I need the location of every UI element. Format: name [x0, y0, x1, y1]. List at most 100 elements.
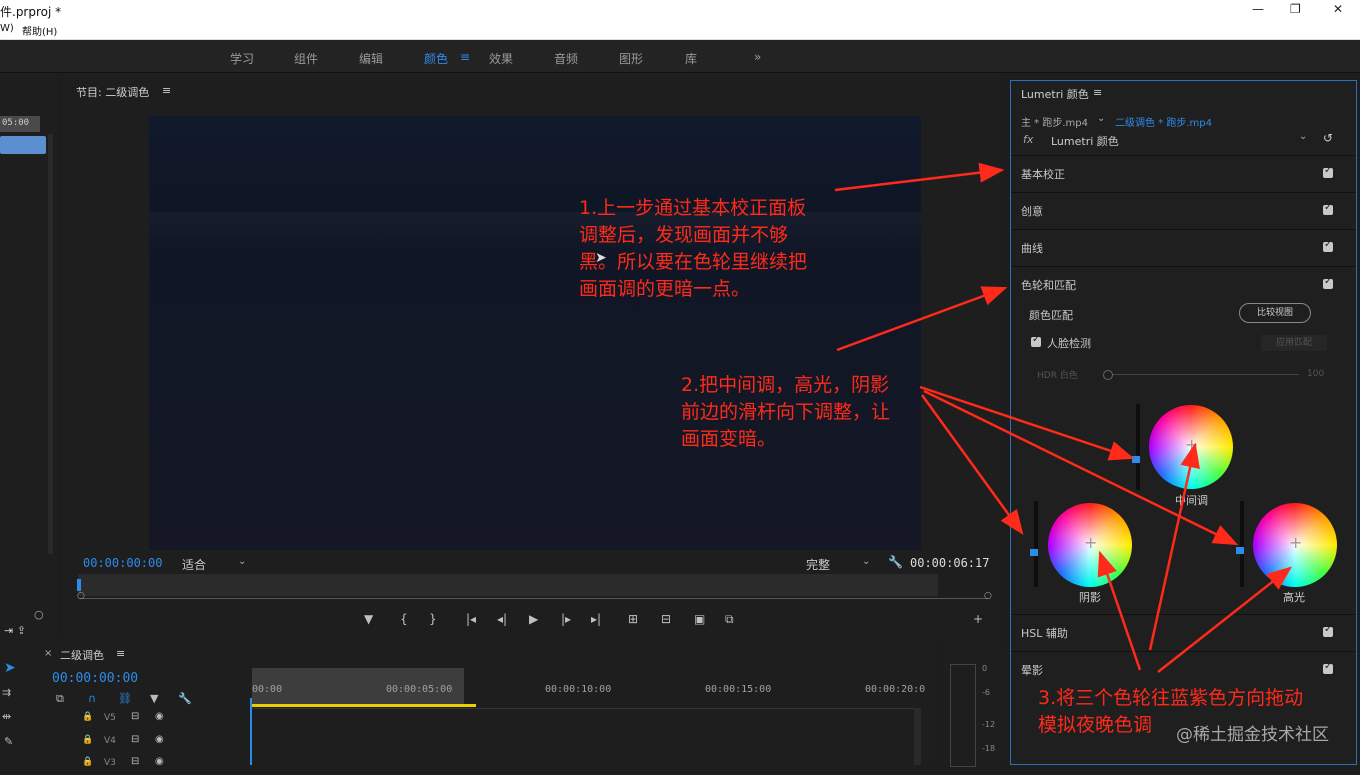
chevron-down-icon[interactable]: ⌄ — [1299, 131, 1307, 142]
step-back-icon[interactable]: ◂| — [497, 612, 507, 626]
section-curves[interactable]: 曲线 — [1011, 229, 1356, 266]
eye-icon[interactable]: ◉ — [155, 756, 164, 767]
more-workspaces-icon[interactable]: » — [754, 50, 761, 64]
extract-icon[interactable]: ⊟ — [661, 612, 671, 626]
program-timecode-in[interactable]: 00:00:00:00 — [83, 556, 162, 570]
highlights-slider[interactable] — [1236, 501, 1244, 587]
effect-dropdown[interactable]: Lumetri 颜色 — [1051, 133, 1119, 149]
track-label: V4 — [104, 736, 116, 746]
button-editor-icon[interactable]: + — [973, 612, 983, 626]
export-frame-icon[interactable]: ⇥ ⇪ — [4, 624, 26, 637]
timeline-scrollbar[interactable] — [914, 708, 921, 765]
workspace-tab-audio[interactable]: 音频 — [554, 50, 578, 67]
section-vignette[interactable]: 晕影 — [1011, 651, 1356, 688]
hdr-white-slider[interactable] — [1107, 374, 1299, 375]
midtones-color-wheel[interactable]: + — [1149, 405, 1233, 489]
sync-lock-icon[interactable]: ⊟ — [131, 756, 139, 767]
reset-icon[interactable]: ↺ — [1323, 131, 1333, 145]
snap-icon[interactable]: ∩ — [88, 692, 96, 705]
add-marker-icon[interactable]: ▼ — [364, 612, 373, 626]
lock-icon[interactable]: 🔒 — [82, 712, 93, 722]
highlights-color-wheel[interactable]: + — [1253, 503, 1337, 587]
eye-icon[interactable]: ◉ — [155, 711, 164, 722]
sync-lock-icon[interactable]: ⊟ — [131, 734, 139, 745]
ruler-label: 00:00:10:00 — [545, 684, 612, 695]
go-to-in-icon[interactable]: |◂ — [466, 612, 476, 626]
chevron-down-icon[interactable]: ⌄ — [862, 556, 870, 567]
quality-dropdown[interactable]: 完整 — [806, 556, 830, 573]
workspace-tab-learn[interactable]: 学习 — [230, 50, 254, 67]
zoom-handle-icon[interactable]: ○ — [34, 608, 44, 621]
menu-item-window[interactable]: W) — [0, 23, 14, 34]
section-checkbox[interactable] — [1323, 276, 1333, 289]
play-icon[interactable]: ▶ — [529, 612, 538, 626]
zoom-bar[interactable] — [80, 598, 988, 599]
timeline-menu-icon[interactable]: ≡ — [116, 647, 125, 660]
minimize-icon[interactable]: — — [1252, 2, 1264, 16]
workspace-tab-color[interactable]: 颜色 — [424, 50, 448, 67]
linked-selection-icon[interactable]: ⛓ — [118, 692, 132, 705]
sequence-clip-tab[interactable]: 二级调色 * 跑步.mp4 — [1115, 114, 1212, 129]
chevron-down-icon[interactable]: ⌄ — [1097, 113, 1105, 124]
mark-in-icon[interactable]: { — [400, 612, 408, 626]
lumetri-menu-icon[interactable]: ≡ — [1093, 86, 1102, 99]
section-checkbox[interactable] — [1323, 661, 1333, 674]
export-frame-icon[interactable]: ▣ — [694, 612, 705, 626]
section-label: 创意 — [1021, 205, 1043, 218]
shadows-slider[interactable] — [1030, 501, 1038, 587]
section-basic-correction[interactable]: 基本校正 — [1011, 155, 1356, 192]
compare-view-button[interactable]: 比较视图 — [1239, 303, 1311, 323]
program-menu-icon[interactable]: ≡ — [162, 84, 171, 97]
chevron-down-icon[interactable]: ⌄ — [238, 556, 246, 567]
restore-icon[interactable]: ❐ — [1290, 2, 1301, 16]
wrench-icon[interactable]: 🔧 — [178, 692, 192, 705]
section-checkbox[interactable] — [1323, 165, 1333, 178]
go-to-out-icon[interactable]: ▸| — [591, 612, 601, 626]
midtones-slider-knob[interactable] — [1132, 456, 1140, 463]
section-color-wheels[interactable]: 色轮和匹配 颜色匹配 比较视图 人脸检测 应用匹配 HDR 白色 100 + 中… — [1011, 266, 1356, 617]
timeline-timecode[interactable]: 00:00:00:00 — [52, 671, 138, 686]
workspace-tab-assembly[interactable]: 组件 — [294, 50, 318, 67]
add-marker-icon[interactable]: ▼ — [150, 692, 158, 705]
source-scrollbar[interactable] — [48, 134, 53, 554]
nest-icon[interactable]: ⧉ — [56, 692, 64, 706]
playhead[interactable] — [77, 579, 81, 591]
program-scrub-bar[interactable] — [78, 574, 938, 596]
workspace-tab-effects[interactable]: 效果 — [489, 50, 513, 67]
step-forward-icon[interactable]: |▸ — [561, 612, 571, 626]
workspace-tab-libraries[interactable]: 库 — [685, 50, 697, 67]
section-hsl-secondary[interactable]: HSL 辅助 — [1011, 614, 1356, 651]
source-clip[interactable] — [0, 136, 46, 154]
section-checkbox[interactable] — [1323, 624, 1333, 637]
shadows-slider-knob[interactable] — [1030, 549, 1038, 556]
lock-icon[interactable]: 🔒 — [82, 757, 93, 767]
workspace-tab-graphics[interactable]: 图形 — [619, 50, 643, 67]
workspace-tab-editing[interactable]: 编辑 — [359, 50, 383, 67]
lift-icon[interactable]: ⊞ — [628, 612, 638, 626]
hdr-white-knob[interactable] — [1103, 370, 1113, 380]
close-icon[interactable]: ✕ — [1333, 2, 1343, 16]
zoom-handle-left-icon[interactable]: ○ — [77, 591, 85, 601]
apply-match-button[interactable]: 应用匹配 — [1261, 335, 1327, 351]
mark-out-icon[interactable]: } — [429, 612, 437, 626]
face-detect-checkbox[interactable] — [1031, 334, 1041, 347]
track-select-tool-icon[interactable]: ⇉ — [2, 686, 11, 699]
wrench-icon[interactable]: 🔧 — [888, 555, 903, 569]
workspace-menu-icon[interactable]: ≡ — [460, 50, 470, 64]
section-checkbox[interactable] — [1323, 239, 1333, 252]
close-tab-icon[interactable]: × — [44, 648, 52, 659]
comparison-view-icon[interactable]: ⧉ — [725, 612, 734, 627]
eye-icon[interactable]: ◉ — [155, 734, 164, 745]
shadows-color-wheel[interactable]: + — [1048, 503, 1132, 587]
section-checkbox[interactable] — [1323, 202, 1333, 215]
menu-item-help[interactable]: 帮助(H) — [22, 23, 57, 38]
lock-icon[interactable]: 🔒 — [82, 735, 93, 745]
section-creative[interactable]: 创意 — [1011, 192, 1356, 229]
fit-dropdown[interactable]: 适合 — [182, 556, 206, 573]
zoom-handle-right-icon[interactable]: ○ — [984, 591, 992, 601]
midtones-slider[interactable] — [1132, 404, 1140, 490]
master-clip-tab[interactable]: 主 * 跑步.mp4 — [1021, 114, 1088, 129]
highlights-slider-knob[interactable] — [1236, 547, 1244, 554]
sync-lock-icon[interactable]: ⊟ — [131, 711, 139, 722]
selection-tool-icon[interactable]: ➤ — [4, 660, 16, 676]
